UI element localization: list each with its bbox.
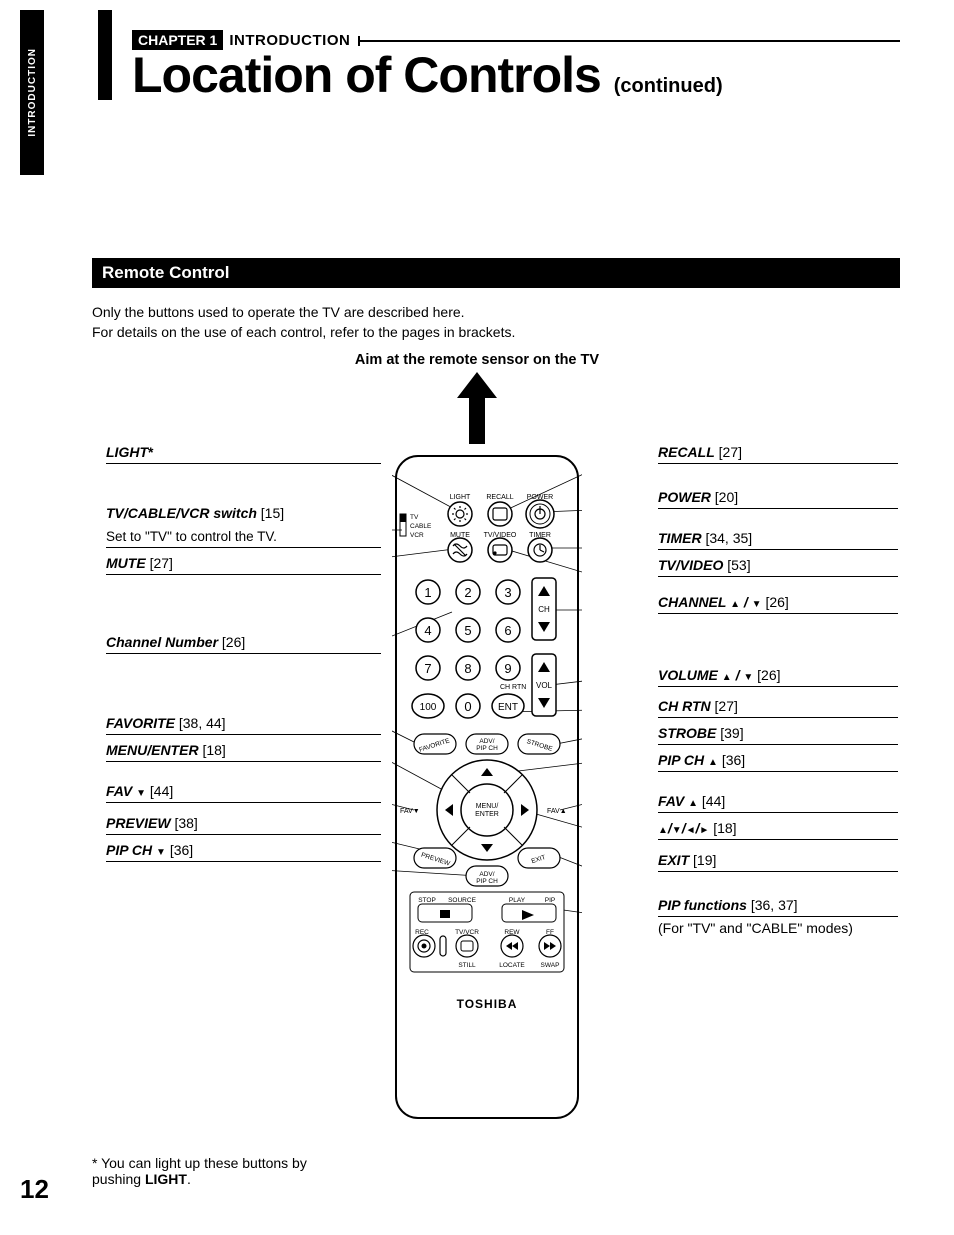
footnote: * You can light up these buttons by push… xyxy=(92,1155,352,1187)
svg-text:TV: TV xyxy=(410,514,419,521)
footnote-text-1: You can light up these buttons by pushin… xyxy=(92,1155,307,1187)
intro-text: Only the buttons used to operate the TV … xyxy=(92,302,900,343)
triangle-left-icon xyxy=(686,820,696,836)
svg-text:3: 3 xyxy=(504,585,511,600)
svg-text:6: 6 xyxy=(504,623,511,638)
callout-pipch-down: PIP CH [36] xyxy=(106,838,381,862)
callout-mute: MUTE [27] xyxy=(106,551,381,575)
triangle-up-icon xyxy=(722,667,732,683)
svg-text:STOP: STOP xyxy=(418,897,436,904)
callout-volume-updown: VOLUME / [26] xyxy=(658,663,898,687)
triangle-down-icon xyxy=(136,783,146,799)
callout-fav-down: FAV [44] xyxy=(106,779,381,803)
remote-illustration: LIGHT RECALL POWER TV CABLE VCR xyxy=(392,452,582,1122)
title-continued: (continued) xyxy=(614,75,723,97)
triangle-down-icon xyxy=(743,667,753,683)
page-number: 12 xyxy=(20,1174,49,1205)
svg-text:CH RTN: CH RTN xyxy=(500,684,526,691)
triangle-up-icon xyxy=(730,594,740,610)
svg-text:SWAP: SWAP xyxy=(541,962,560,969)
triangle-up-icon xyxy=(688,793,698,809)
callout-menu-enter: MENU/ENTER [18] xyxy=(106,738,381,762)
callout-favorite: FAVORITE [38, 44] xyxy=(106,711,381,735)
svg-text:LOCATE: LOCATE xyxy=(499,962,525,969)
callout-power: POWER [20] xyxy=(658,485,898,509)
triangle-up-icon xyxy=(658,820,668,836)
triangle-down-icon xyxy=(156,842,166,858)
svg-text:FAV▼: FAV▼ xyxy=(400,808,420,815)
svg-text:TOSHIBA: TOSHIBA xyxy=(457,997,518,1011)
svg-text:2: 2 xyxy=(464,585,471,600)
side-tab-introduction: INTRODUCTION xyxy=(20,10,44,175)
svg-text:5: 5 xyxy=(464,623,471,638)
header-rule xyxy=(98,10,112,100)
callout-pipch-up: PIP CH [36] xyxy=(658,748,898,772)
svg-text:MENU/: MENU/ xyxy=(476,803,499,810)
page-header: CHAPTER 1 INTRODUCTION Location of Contr… xyxy=(132,30,900,104)
svg-text:PLAY: PLAY xyxy=(509,897,526,904)
callouts-right: RECALL [27] POWER [20] TIMER [34, 35] TV… xyxy=(658,440,898,936)
page-title: Location of Controls (continued) xyxy=(132,46,900,104)
svg-text:4: 4 xyxy=(424,623,431,638)
callout-tvvideo: TV/VIDEO [53] xyxy=(658,553,898,577)
callout-preview: PREVIEW [38] xyxy=(106,811,381,835)
svg-text:VCR: VCR xyxy=(410,532,424,539)
footnote-light: LIGHT xyxy=(145,1171,187,1187)
svg-text:9: 9 xyxy=(504,661,511,676)
callout-light: LIGHT* xyxy=(106,440,381,464)
svg-text:FAV▲: FAV▲ xyxy=(547,808,567,815)
triangle-right-icon xyxy=(699,820,709,836)
svg-text:PIP: PIP xyxy=(545,897,555,904)
triangle-down-icon xyxy=(752,594,762,610)
section-heading: Remote Control xyxy=(92,258,900,288)
callout-recall: RECALL [27] xyxy=(658,440,898,464)
svg-text:LIGHT: LIGHT xyxy=(450,494,471,501)
svg-text:1: 1 xyxy=(424,585,431,600)
svg-text:ADV/: ADV/ xyxy=(479,738,494,745)
triangle-down-icon xyxy=(672,820,682,836)
callouts-left: LIGHT* TV/CABLE/VCR switch [15] Set to "… xyxy=(106,440,381,865)
footnote-text-2: . xyxy=(187,1171,191,1187)
remote-diagram: LIGHT* TV/CABLE/VCR switch [15] Set to "… xyxy=(92,440,900,1120)
chapter-line xyxy=(360,40,900,42)
callout-exit: EXIT [19] xyxy=(658,848,898,872)
svg-text:ENTER: ENTER xyxy=(475,811,499,818)
intro-line-1: Only the buttons used to operate the TV … xyxy=(92,302,900,322)
callout-pip-functions: PIP functions [36, 37] xyxy=(658,893,898,917)
svg-text:STILL: STILL xyxy=(458,962,476,969)
callout-timer: TIMER [34, 35] xyxy=(658,526,898,550)
svg-text:RECALL: RECALL xyxy=(486,494,513,501)
triangle-up-icon xyxy=(708,752,718,768)
callout-chrtn: CH RTN [27] xyxy=(658,694,898,718)
svg-text:0: 0 xyxy=(464,699,471,714)
callout-channel-number: Channel Number [26] xyxy=(106,630,381,654)
callout-fav-up: FAV [44] xyxy=(658,789,898,813)
svg-text:PIP CH: PIP CH xyxy=(476,745,498,752)
svg-text:CH: CH xyxy=(538,605,550,614)
svg-text:ADV/: ADV/ xyxy=(479,871,494,878)
callout-switch-desc: Set to "TV" to control the TV. xyxy=(106,524,381,548)
title-main: Location of Controls xyxy=(132,47,601,103)
svg-text:7: 7 xyxy=(424,661,431,676)
callout-strobe: STROBE [39] xyxy=(658,721,898,745)
callout-channel-updown: CHANNEL / [26] xyxy=(658,590,898,614)
svg-text:100: 100 xyxy=(420,702,437,713)
svg-text:CABLE: CABLE xyxy=(410,523,432,530)
intro-line-2: For details on the use of each control, … xyxy=(92,322,900,342)
callout-switch: TV/CABLE/VCR switch [15] xyxy=(106,501,381,521)
callout-dpad: /// [18] xyxy=(658,816,898,840)
svg-text:VOL: VOL xyxy=(536,681,553,690)
callout-pip-desc: (For "TV" and "CABLE" modes) xyxy=(658,920,898,936)
footnote-star: * xyxy=(92,1155,97,1171)
svg-text:SOURCE: SOURCE xyxy=(448,897,476,904)
side-tab-label: INTRODUCTION xyxy=(27,48,38,137)
svg-text:PIP CH: PIP CH xyxy=(476,878,498,885)
aim-caption: Aim at the remote sensor on the TV xyxy=(0,352,954,368)
svg-text:8: 8 xyxy=(464,661,471,676)
svg-text:ENT: ENT xyxy=(498,702,518,713)
